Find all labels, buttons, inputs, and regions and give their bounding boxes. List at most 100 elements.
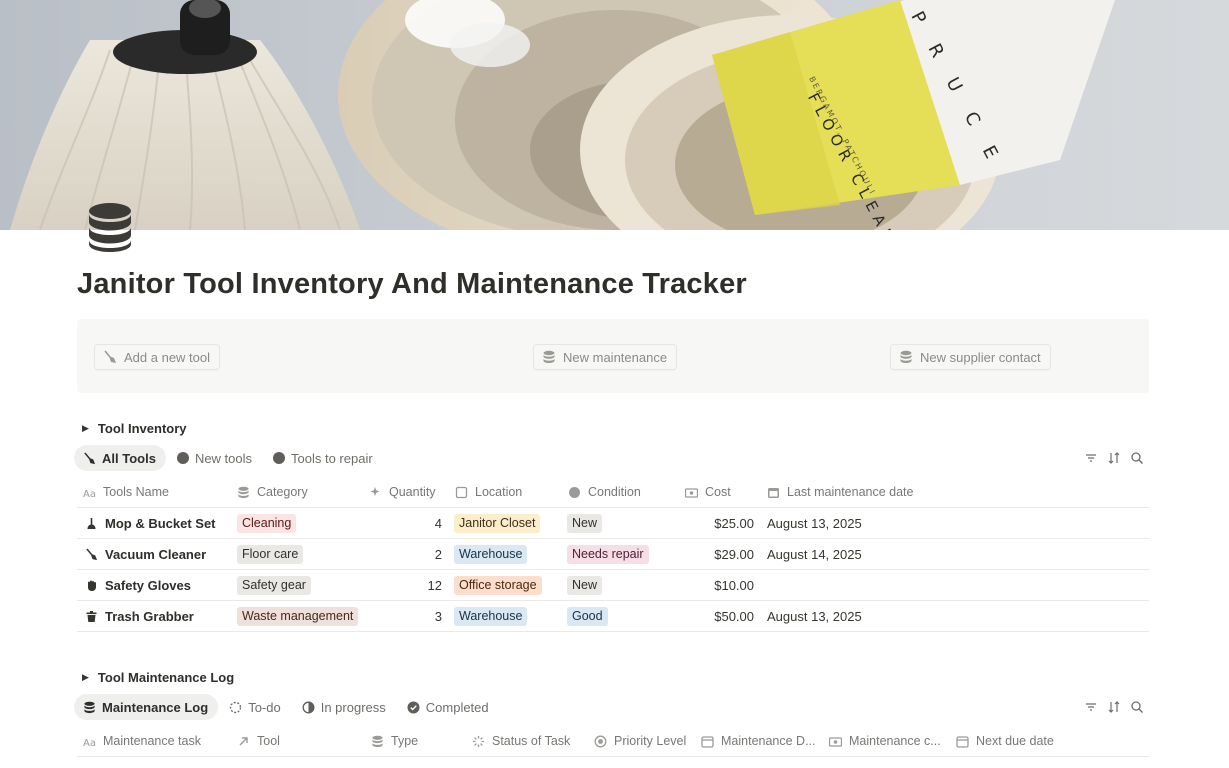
- maintenance-log-toggle[interactable]: ▶ Tool Maintenance Log: [82, 670, 234, 685]
- column-tool[interactable]: Tool: [237, 734, 280, 748]
- check-circle-icon: [407, 701, 420, 714]
- search-icon[interactable]: [1130, 700, 1144, 714]
- cost-cell[interactable]: $25.00: [677, 508, 754, 539]
- database-icon: [542, 350, 556, 364]
- condition-tag: New: [567, 514, 603, 533]
- column-type[interactable]: Type: [371, 734, 418, 748]
- quantity-cell[interactable]: 12: [377, 570, 442, 601]
- quantity-cell[interactable]: 3: [377, 601, 442, 632]
- column-next-due-date[interactable]: Next due date: [956, 734, 1054, 748]
- quantity-cell[interactable]: 4: [377, 508, 442, 539]
- tab-label: New tools: [194, 450, 253, 466]
- tab-completed[interactable]: Completed: [398, 694, 499, 720]
- circle-icon: [273, 452, 286, 464]
- column-tools-name[interactable]: Aa Tools Name: [83, 485, 169, 499]
- condition-cell[interactable]: New: [567, 570, 603, 601]
- column-maintenance-cost[interactable]: Maintenance c...: [829, 734, 941, 748]
- tab-label: Maintenance Log: [102, 699, 209, 715]
- svg-text:Aa: Aa: [83, 489, 96, 499]
- category-cell[interactable]: Waste management: [237, 601, 359, 632]
- column-category[interactable]: Category: [237, 485, 308, 499]
- new-maintenance-button[interactable]: New maintenance: [533, 344, 678, 370]
- maintenance-view-tools: [1084, 700, 1144, 714]
- table-row[interactable]: Safety Gloves Safety gear 12 Office stor…: [77, 570, 1149, 601]
- tab-maintenance-log[interactable]: Maintenance Log: [74, 694, 219, 720]
- broom-icon: [103, 350, 117, 364]
- section-title: Tool Maintenance Log: [97, 670, 235, 685]
- condition-cell[interactable]: Needs repair: [567, 539, 649, 570]
- circle-icon: [176, 452, 189, 464]
- cost-cell[interactable]: $50.00: [677, 601, 754, 632]
- column-label: Category: [257, 485, 308, 499]
- column-label: Priority Level: [614, 734, 687, 748]
- quick-actions-callout: Add a new tool New maintenance New suppl…: [77, 319, 1149, 393]
- loading-icon: [472, 735, 485, 748]
- inventory-table: Aa Tools Name Category Quantity Location…: [77, 477, 1149, 632]
- tab-label: Tools to repair: [291, 450, 373, 466]
- status-icon: [594, 735, 607, 748]
- column-maintenance-task[interactable]: Aa Maintenance task: [83, 734, 201, 748]
- money-icon: [829, 735, 842, 748]
- table-row[interactable]: Mop & Bucket Set Cleaning 4 Janitor Clos…: [77, 508, 1149, 539]
- tab-to-do[interactable]: To-do: [220, 694, 291, 720]
- last-maintenance-cell[interactable]: August 14, 2025: [767, 539, 862, 570]
- location-tag: Warehouse: [454, 607, 528, 626]
- tool-name-cell[interactable]: Vacuum Cleaner: [85, 539, 206, 570]
- column-maintenance-date[interactable]: Maintenance D...: [701, 734, 816, 748]
- category-cell[interactable]: Floor care: [237, 539, 304, 570]
- category-cell[interactable]: Cleaning: [237, 508, 297, 539]
- tab-new-tools[interactable]: New tools: [168, 445, 262, 471]
- category-tag: Waste management: [237, 607, 359, 626]
- sort-icon[interactable]: [1107, 700, 1121, 714]
- new-supplier-button[interactable]: New supplier contact: [890, 344, 1051, 370]
- category-cell[interactable]: Safety gear: [237, 570, 311, 601]
- text-property-icon: Aa: [83, 735, 96, 748]
- broom-icon: [85, 548, 98, 561]
- add-tool-button[interactable]: Add a new tool: [94, 344, 221, 370]
- column-priority[interactable]: Priority Level: [594, 734, 686, 748]
- condition-cell[interactable]: New: [567, 508, 603, 539]
- tool-name-cell[interactable]: Mop & Bucket Set: [85, 508, 216, 539]
- calendar-icon: [701, 735, 714, 748]
- last-maintenance-cell[interactable]: August 13, 2025: [767, 601, 862, 632]
- database-icon: [86, 200, 134, 252]
- column-label: Maintenance D...: [721, 734, 816, 748]
- tool-inventory-toggle[interactable]: ▶ Tool Inventory: [82, 421, 187, 436]
- half-circle-icon: [302, 701, 315, 714]
- tab-label: To-do: [248, 699, 281, 715]
- table-row[interactable]: Vacuum Cleaner Floor care 2 Warehouse Ne…: [77, 539, 1149, 570]
- tool-name-cell[interactable]: Trash Grabber: [85, 601, 194, 632]
- location-cell[interactable]: Janitor Closet: [454, 508, 541, 539]
- new-maintenance-label: New maintenance: [563, 349, 668, 365]
- calendar-icon: [956, 735, 969, 748]
- column-condition[interactable]: Condition: [568, 485, 641, 499]
- column-cost[interactable]: Cost: [685, 485, 731, 499]
- column-quantity[interactable]: Quantity: [369, 485, 436, 499]
- column-status[interactable]: Status of Task: [472, 734, 570, 748]
- cost-cell[interactable]: $10.00: [677, 570, 754, 601]
- last-maintenance-cell[interactable]: August 13, 2025: [767, 508, 862, 539]
- cost-cell[interactable]: $29.00: [677, 539, 754, 570]
- condition-cell[interactable]: Good: [567, 601, 608, 632]
- tool-name-cell[interactable]: Safety Gloves: [85, 570, 191, 601]
- filter-icon[interactable]: [1084, 451, 1098, 465]
- tab-tools-to-repair[interactable]: Tools to repair: [264, 445, 383, 471]
- table-row[interactable]: Trash Grabber Waste management 3 Warehou…: [77, 601, 1149, 632]
- location-cell[interactable]: Warehouse: [454, 601, 528, 632]
- column-location[interactable]: Location: [455, 485, 522, 499]
- location-cell[interactable]: Warehouse: [454, 539, 528, 570]
- column-last-maintenance[interactable]: Last maintenance date: [767, 485, 913, 499]
- quantity-cell[interactable]: 2: [377, 539, 442, 570]
- search-icon[interactable]: [1130, 451, 1144, 465]
- column-label: Condition: [588, 485, 641, 499]
- cover-illustration: [10, 0, 1115, 230]
- tab-label: All Tools: [102, 450, 156, 466]
- location-cell[interactable]: Office storage: [454, 570, 542, 601]
- trash-icon: [85, 610, 98, 623]
- section-title: Tool Inventory: [97, 421, 187, 436]
- broom-icon: [83, 451, 96, 465]
- tab-all-tools[interactable]: All Tools: [74, 445, 166, 471]
- filter-icon[interactable]: [1084, 700, 1098, 714]
- tab-in-progress[interactable]: In progress: [293, 694, 396, 720]
- sort-icon[interactable]: [1107, 451, 1121, 465]
